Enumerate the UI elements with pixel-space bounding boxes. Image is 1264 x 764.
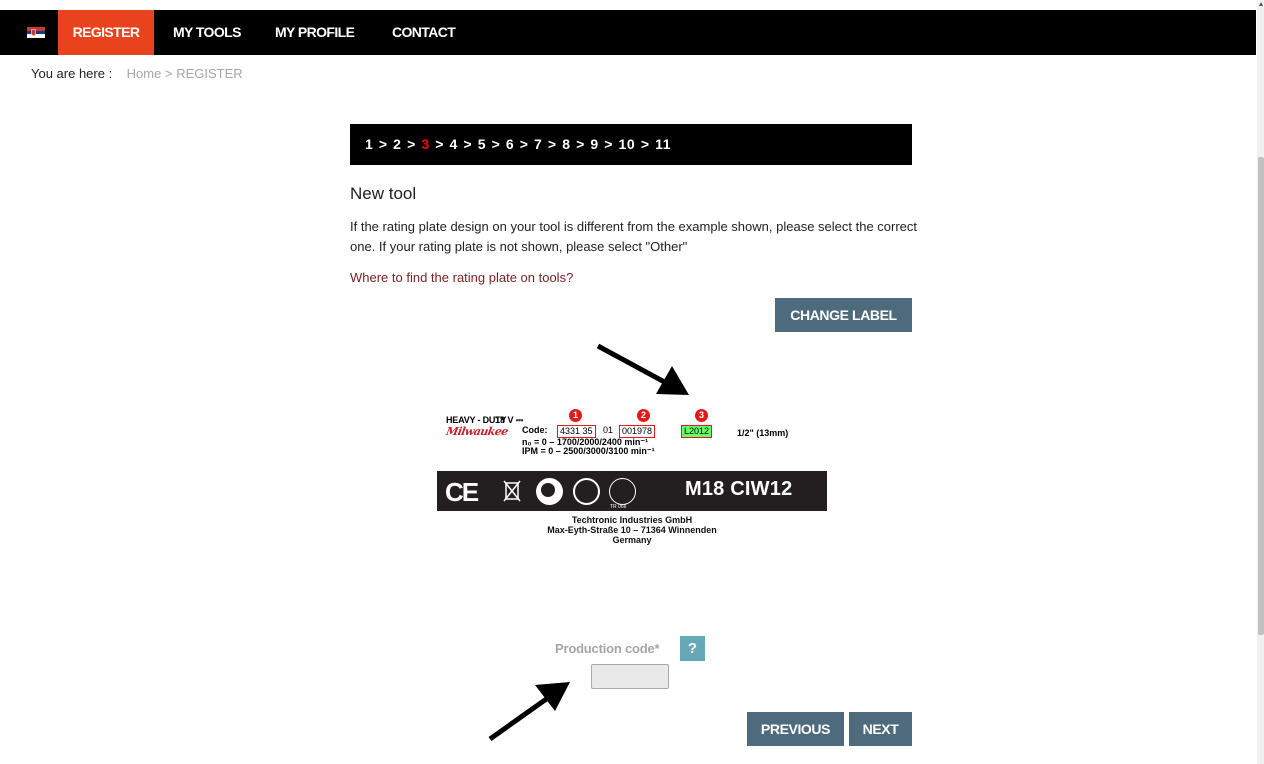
- eac-mark-icon: [609, 478, 636, 505]
- next-button[interactable]: NEXT: [849, 712, 912, 746]
- milwaukee-logo: Milwaukee: [445, 425, 509, 438]
- plate-address-line-3: Germany: [612, 535, 652, 545]
- plate-address: Techtronic Industries GmbH Max-Eyth-Stra…: [437, 515, 827, 545]
- plate-marker-1: 1: [569, 409, 582, 422]
- plate-code-label: Code:: [522, 425, 548, 435]
- ce-mark-icon: CE: [445, 477, 479, 507]
- plate-production-code-highlight: L2012: [681, 425, 713, 438]
- annotation-arrow-plate: [596, 343, 689, 395]
- plate-marker-2: 2: [637, 409, 650, 422]
- plate-ipm-line: IPM = 0 – 2500/3000/3100 min⁻¹: [522, 446, 655, 456]
- plate-chuck-size: 1/2" (13mm): [737, 428, 789, 438]
- tuv-mark-icon: [573, 478, 600, 505]
- plate-tr-text: TR 066: [610, 504, 627, 510]
- help-button[interactable]: ?: [680, 636, 705, 661]
- weee-bin-icon: [503, 480, 521, 502]
- annotation-arrow-input: [488, 682, 570, 742]
- previous-button[interactable]: PREVIOUS: [747, 712, 844, 746]
- plate-voltage: 18 V ⎓: [495, 415, 524, 425]
- plate-address-line-2: Max-Eyth-Straße 10 – 71364 Winnenden: [547, 525, 717, 535]
- plate-model: M18 CIW12: [685, 478, 793, 500]
- safety-mark-icon: [536, 478, 563, 505]
- rating-plate-image: HEAVY - DUTY Milwaukee 18 V ⎓ 1 2 3 Code…: [437, 407, 827, 567]
- plate-marker-3: 3: [695, 409, 708, 422]
- production-code-input[interactable]: [591, 664, 669, 689]
- plate-cert-bar: CE TR 066 M18 CIW12: [437, 471, 827, 511]
- production-code-label: Production code*: [555, 641, 660, 656]
- plate-address-line-1: Techtronic Industries GmbH: [571, 515, 693, 525]
